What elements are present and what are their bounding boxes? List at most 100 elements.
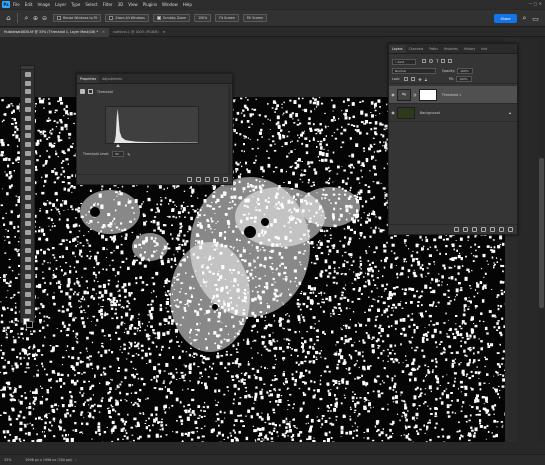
layer-mask-thumbnail[interactable]: [418, 88, 437, 101]
extra-2-tool-icon[interactable]: [21, 308, 34, 317]
artboard-tool-icon[interactable]: [21, 79, 34, 88]
object-select-tool-icon[interactable]: [21, 105, 34, 114]
quick-mask-tool-icon[interactable]: [21, 281, 34, 290]
layer-row-background[interactable]: ◉ Background 🔒︎: [389, 104, 517, 122]
spot-heal-tool-icon[interactable]: [21, 149, 34, 158]
lock-icon[interactable]: 🔒︎: [509, 111, 511, 115]
tab-hubble[interactable]: Hubblesat0830.tif @ 33% (Threshold 1, La…: [0, 27, 109, 37]
mask-icon[interactable]: [88, 89, 93, 94]
eye-icon[interactable]: ◉: [389, 110, 397, 115]
clip-to-layer-icon[interactable]: [187, 177, 192, 182]
menu-layer[interactable]: Layer: [55, 2, 66, 7]
resize-windows-checkbox[interactable]: Resize Windows to Fit: [53, 14, 102, 22]
chevron-right-icon[interactable]: ›: [75, 458, 76, 462]
delete-icon[interactable]: [223, 177, 228, 182]
properties-scrollbar[interactable]: [228, 85, 231, 175]
menu-window[interactable]: Window: [162, 2, 178, 7]
new-adjustment-icon[interactable]: [481, 227, 486, 232]
reset-icon[interactable]: [205, 177, 210, 182]
new-group-icon[interactable]: [490, 227, 495, 232]
extra-1-tool-icon[interactable]: [21, 299, 34, 308]
tab-layers[interactable]: Layers: [389, 45, 406, 53]
menu-image[interactable]: Image: [37, 2, 50, 7]
zoom-tool-icon[interactable]: [21, 264, 34, 273]
delete-layer-icon[interactable]: [508, 227, 513, 232]
scrollbar-thumb[interactable]: [539, 158, 544, 308]
add-mask-icon[interactable]: [472, 227, 477, 232]
edit-toolbar-tool-icon[interactable]: [21, 272, 34, 281]
lock-all-icon[interactable]: 🔒︎: [425, 77, 427, 82]
opacity-input[interactable]: 100%: [457, 67, 474, 74]
tab-nathbnd[interactable]: nathbnd-1 @ 100% (RGB/8) ✕: [109, 28, 170, 37]
quick-select-tool-icon[interactable]: [21, 114, 34, 123]
filter-pixel-icon[interactable]: [422, 59, 426, 63]
filter-shape-icon[interactable]: [441, 59, 446, 63]
lasso-tool-icon[interactable]: [21, 96, 34, 105]
filter-smart-icon[interactable]: [448, 59, 453, 63]
type-tool-icon[interactable]: [21, 228, 34, 237]
blend-mode-select[interactable]: Normal: [392, 67, 436, 74]
screen-mode-tool-icon[interactable]: [21, 290, 34, 299]
move-tool-icon[interactable]: [21, 70, 34, 79]
zoom-all-checkbox[interactable]: Zoom All Windows: [105, 14, 149, 22]
fill-screen-button[interactable]: Fill Screen: [242, 14, 268, 22]
background-color-swatch[interactable]: [26, 321, 33, 329]
lock-position-icon[interactable]: ✥: [418, 77, 421, 82]
eye-icon[interactable]: ◉: [389, 92, 397, 97]
filter-adjustment-icon[interactable]: [429, 59, 433, 63]
new-layer-icon[interactable]: [499, 227, 504, 232]
marquee-tool-icon[interactable]: [21, 88, 34, 97]
chain-icon[interactable]: ⛓︎: [413, 93, 417, 97]
filter-type-icon[interactable]: T: [436, 59, 438, 64]
close-icon[interactable]: ✕: [163, 30, 166, 34]
layer-row-threshold[interactable]: ◉ ⇋ ⛓︎ Threshold 1: [389, 86, 517, 104]
layer-name[interactable]: Background: [420, 111, 440, 115]
threshold-slider-handle[interactable]: [116, 144, 120, 147]
menu-view[interactable]: View: [128, 2, 138, 7]
tab-info[interactable]: Info: [478, 45, 490, 53]
brush-tool-icon[interactable]: [21, 158, 34, 167]
lock-pixels-icon[interactable]: [404, 76, 409, 81]
dodge-tool-icon[interactable]: [21, 211, 34, 220]
menu-3d[interactable]: 3D: [118, 2, 124, 7]
rectangle-tool-icon[interactable]: [21, 246, 34, 255]
tab-adjustments[interactable]: Adjustments: [99, 75, 125, 83]
gradient-tool-icon[interactable]: [21, 193, 34, 202]
vertical-scrollbar[interactable]: [538, 38, 545, 442]
threshold-level-input[interactable]: 85: [112, 151, 125, 157]
tab-properties[interactable]: Properties: [77, 75, 100, 83]
scrubby-zoom-checkbox[interactable]: Scrubby Zoom: [152, 14, 191, 22]
view-previous-icon[interactable]: [196, 177, 201, 182]
menu-type[interactable]: Type: [71, 2, 80, 7]
tab-histories[interactable]: Histories: [441, 45, 461, 53]
tab-paths[interactable]: Paths: [426, 45, 441, 53]
menu-edit[interactable]: Edit: [25, 2, 33, 7]
tab-history[interactable]: History: [461, 45, 478, 53]
tab-channels[interactable]: Channels: [406, 45, 427, 53]
menu-plugins[interactable]: Plugins: [143, 2, 157, 7]
fx-icon[interactable]: [463, 227, 468, 232]
menu-file[interactable]: File: [13, 2, 20, 7]
lock-image-icon[interactable]: [411, 76, 416, 81]
history-brush-tool-icon[interactable]: [21, 176, 34, 185]
hand-tool-icon[interactable]: [21, 255, 34, 264]
share-button[interactable]: Share: [494, 14, 517, 23]
eraser-tool-icon[interactable]: [21, 184, 34, 193]
menu-select[interactable]: Select: [85, 2, 97, 7]
blur-tool-icon[interactable]: [21, 202, 34, 211]
clone-stamp-tool-icon[interactable]: [21, 167, 34, 176]
layer-name[interactable]: Threshold 1: [442, 93, 461, 97]
fill-input[interactable]: 100%: [456, 76, 473, 82]
zoom-in-icon[interactable]: ⊕: [31, 14, 40, 23]
visibility-icon[interactable]: [214, 177, 219, 182]
zoom-100-button[interactable]: 100%: [194, 14, 212, 22]
filter-kind-select[interactable]: ⌕ Kind: [392, 58, 416, 65]
menu-filter[interactable]: Filter: [103, 2, 113, 7]
search-icon[interactable]: ⌕: [520, 14, 529, 23]
crop-tool-icon[interactable]: [21, 123, 34, 132]
link-layers-icon[interactable]: [454, 227, 459, 232]
home-icon[interactable]: ⌂: [4, 14, 13, 23]
zoom-level[interactable]: 33%: [4, 458, 11, 462]
eyedropper-icon[interactable]: ✎: [127, 152, 130, 157]
menu-help[interactable]: Help: [183, 2, 192, 7]
